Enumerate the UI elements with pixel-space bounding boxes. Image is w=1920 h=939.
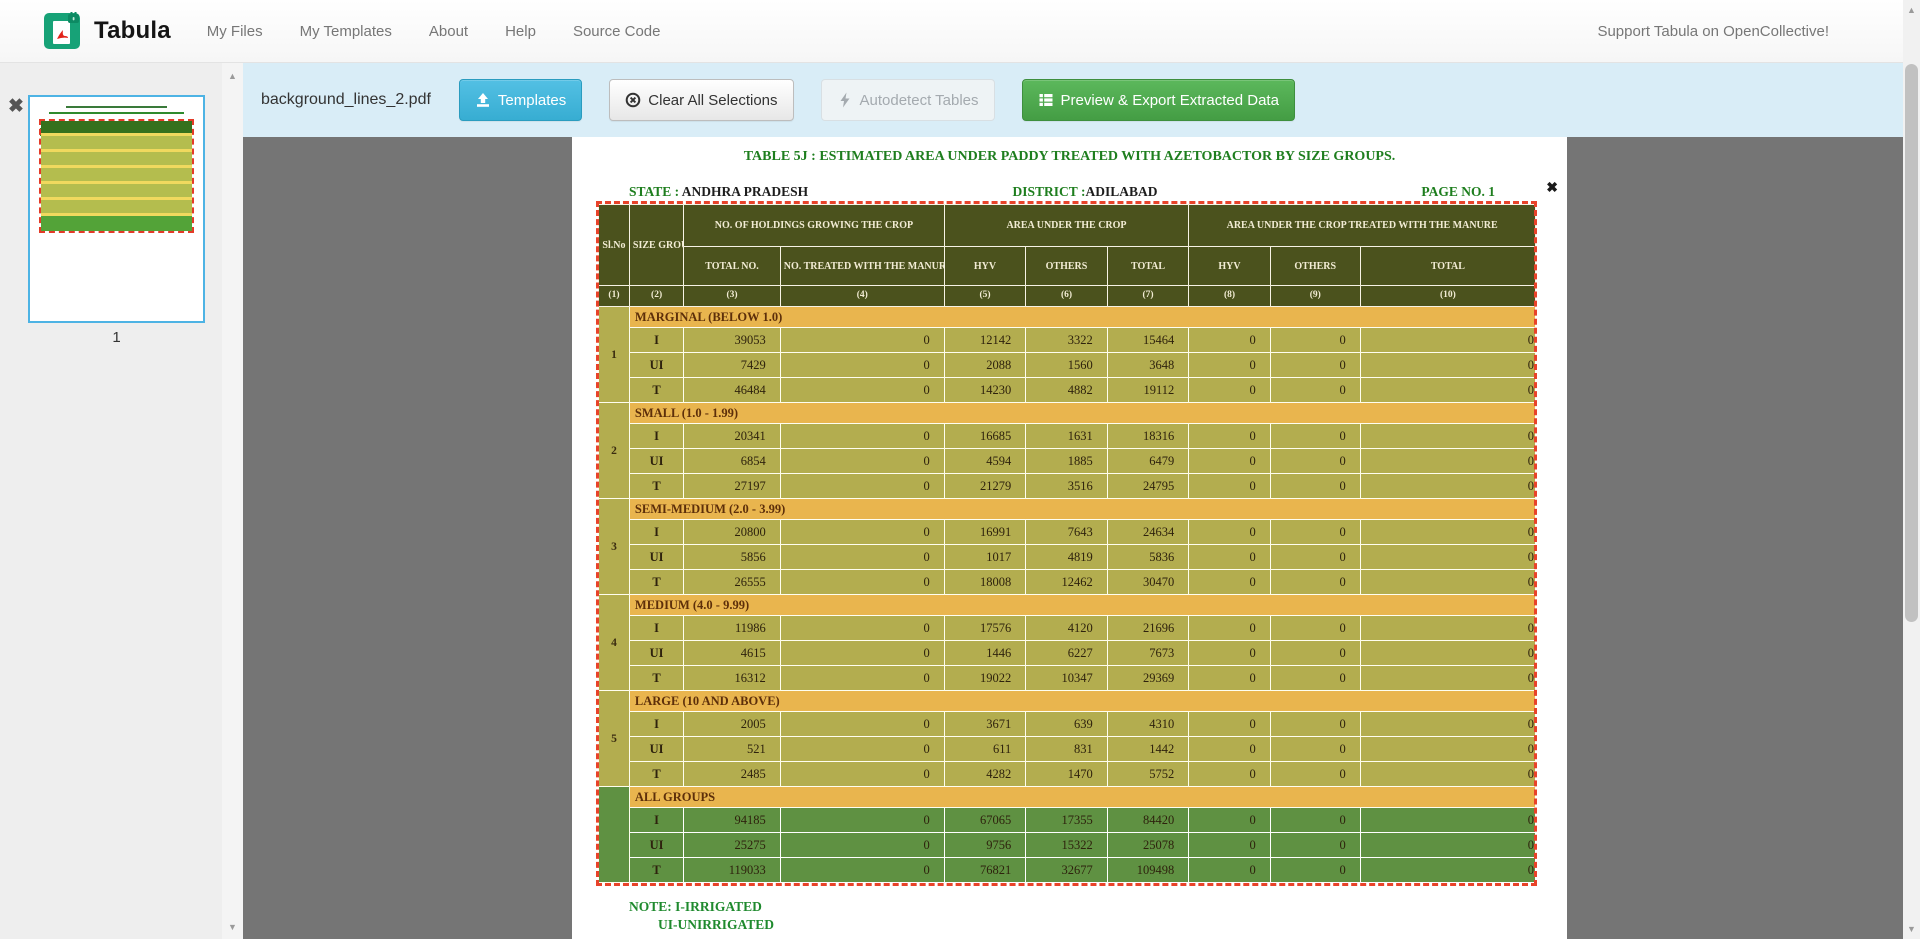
thumbnail-section-rows [41,168,192,181]
nav-item-my-templates[interactable]: My Templates [300,23,392,40]
pdf-note-line-2: UI-UNIRRIGATED [658,917,774,933]
thumbnail-section-rows [41,216,192,231]
thumbnail-section-rows [41,200,192,213]
pdf-note-line-1: NOTE: I-IRRIGATED [629,899,762,915]
support-link[interactable]: Support Tabula on OpenCollective! [1597,23,1829,40]
sidebar-scrollbar[interactable]: ▲ ▼ [222,63,243,939]
preview-export-button[interactable]: Preview & Export Extracted Data [1022,79,1295,121]
pdf-viewer: TABLE 5J : ESTIMATED AREA UNDER PADDY TR… [243,137,1903,939]
nav-item-help[interactable]: Help [505,23,536,40]
remove-page-icon[interactable]: ✖ [8,97,24,116]
main-area: background_lines_2.pdf Templates Clear A… [243,63,1903,939]
nav-item-about[interactable]: About [429,23,468,40]
brand[interactable]: Tabula [44,12,171,50]
brand-title[interactable]: Tabula [94,17,171,45]
clear-selections-label: Clear All Selections [648,92,777,109]
toolbar: background_lines_2.pdf Templates Clear A… [243,63,1903,137]
nav-menu: My Files My Templates About Help Source … [207,23,661,40]
state-label: STATE : [629,184,679,199]
thumbnail-section-rows [41,136,192,149]
templates-button-label: Templates [498,92,566,109]
templates-button[interactable]: Templates [459,79,582,121]
nav-item-source-code[interactable]: Source Code [573,23,661,40]
thumbnail-page-number: 1 [28,329,205,346]
page-number-label: PAGE NO. 1 [1421,184,1495,200]
district-field: DISTRICT :ADILABAD [1013,184,1158,200]
window-scrollbar[interactable]: ▲ ▼ [1903,0,1920,939]
tabula-logo-icon [44,12,82,50]
state-field: STATE : ANDHRA PRADESH [629,184,808,200]
flash-icon [837,92,853,108]
table-list-icon [1038,92,1054,108]
district-label: DISTRICT : [1013,184,1086,199]
scroll-up-icon[interactable]: ▲ [1903,2,1920,18]
pdf-page[interactable]: TABLE 5J : ESTIMATED AREA UNDER PADDY TR… [572,137,1567,939]
selection-region[interactable] [596,201,1537,886]
pdf-table-title: TABLE 5J : ESTIMATED AREA UNDER PADDY TR… [572,149,1567,165]
thumbnail-table [39,119,194,233]
scroll-down-icon[interactable]: ▼ [222,920,243,934]
page-thumbnail[interactable] [28,95,205,323]
nav-item-my-files[interactable]: My Files [207,23,263,40]
thumbnail-table-header [41,121,192,133]
scroll-down-icon[interactable]: ▼ [1903,921,1920,937]
clear-selections-button[interactable]: Clear All Selections [609,79,793,121]
district-value: ADILABAD [1085,184,1157,199]
thumbnail-section-rows [41,152,192,165]
filename-label: background_lines_2.pdf [261,91,431,109]
thumbnail-sidebar: ✖ 1 [0,63,222,939]
remove-circle-icon [625,92,641,108]
thumbnail-title-line [66,106,166,108]
window-scrollbar-thumb[interactable] [1905,64,1918,622]
scroll-up-icon[interactable]: ▲ [222,69,243,83]
thumbnail-section-rows [41,184,192,197]
autodetect-tables-label: Autodetect Tables [860,92,979,109]
upload-icon [475,92,491,108]
state-value: ANDHRA PRADESH [682,184,808,199]
thumbnail-subtitle-line [49,112,184,114]
preview-export-label: Preview & Export Extracted Data [1061,92,1279,109]
selection-close-icon[interactable]: ✖ [1546,179,1558,196]
navbar: Tabula My Files My Templates About Help … [0,0,1903,63]
autodetect-tables-button[interactable]: Autodetect Tables [821,79,995,121]
